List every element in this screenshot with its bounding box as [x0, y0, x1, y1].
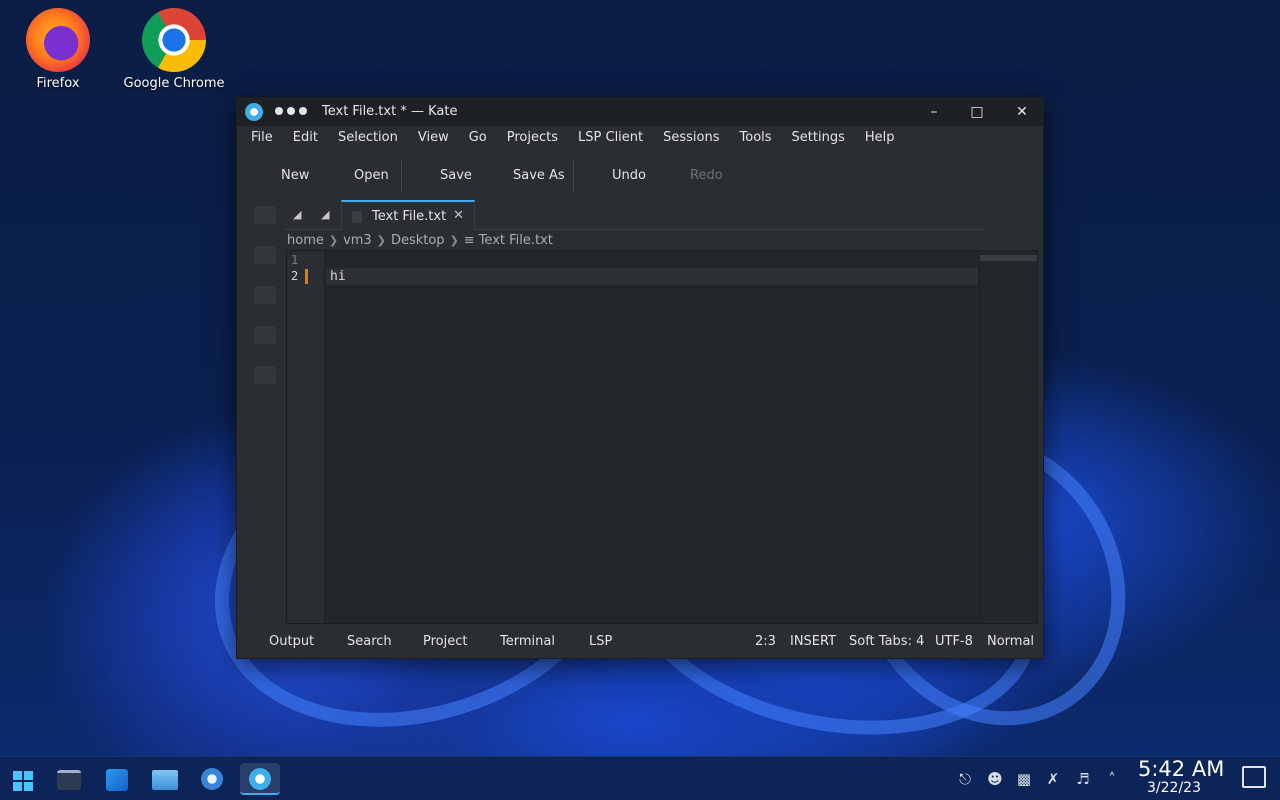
kate-taskbar-icon[interactable]: [240, 763, 280, 795]
breadcrumb-vm3[interactable]: vm3: [343, 233, 372, 248]
breadcrumb: home ❯ vm3 ❯ Desktop ❯ ≡ Text File.txt: [287, 230, 553, 250]
menu-sessions[interactable]: Sessions: [653, 126, 729, 152]
menu-help[interactable]: Help: [855, 126, 905, 152]
menu-go[interactable]: Go: [459, 126, 497, 152]
updates-icon[interactable]: ⎋: [955, 769, 975, 789]
open-button[interactable]: Open: [354, 168, 389, 183]
menu-file[interactable]: File: [241, 126, 283, 152]
store-icon[interactable]: [96, 763, 136, 795]
save-as-button[interactable]: Save As: [513, 168, 565, 183]
desktop-icon-chrome[interactable]: Google Chrome: [119, 8, 229, 91]
chevron-right-icon: ❯: [328, 233, 339, 247]
chevron-up-icon[interactable]: ˄: [1102, 769, 1122, 789]
menu-settings[interactable]: Settings: [782, 126, 855, 152]
undo-button[interactable]: Undo: [612, 168, 646, 183]
system-settings-icon[interactable]: [48, 763, 88, 795]
show-desktop-icon[interactable]: [1242, 766, 1266, 788]
project-panel-button[interactable]: Project: [423, 634, 467, 649]
user-status-icon[interactable]: ☻: [985, 769, 1005, 789]
toolbar-separator: [573, 160, 574, 192]
save-button[interactable]: Save: [440, 168, 472, 183]
new-button[interactable]: New: [281, 168, 309, 183]
menu-edit[interactable]: Edit: [283, 126, 328, 152]
chrome-icon: [142, 8, 206, 72]
menu-view[interactable]: View: [408, 126, 459, 152]
documents-panel-icon[interactable]: [254, 206, 276, 224]
lsp-panel-button[interactable]: LSP: [589, 634, 612, 649]
code-line: hi: [330, 269, 346, 284]
line-number: 1: [291, 253, 299, 267]
tab-bar: ◢ ◢ Text File.txt ✕: [285, 200, 985, 231]
taskbar: ⎋ ☻ ▩ ✗ ♬ ˄: [0, 756, 1280, 800]
current-line-highlight: [326, 268, 978, 285]
line-number: 2: [291, 269, 299, 283]
clock-time[interactable]: 5:42 AM: [1138, 757, 1224, 781]
edit-mode[interactable]: INSERT: [790, 634, 836, 649]
microphone-muted-icon[interactable]: ✗: [1043, 769, 1063, 789]
redo-button[interactable]: Redo: [690, 168, 723, 183]
tab-label: Text File.txt: [372, 209, 447, 224]
output-panel-button[interactable]: Output: [269, 634, 314, 649]
toolbar-separator: [401, 160, 402, 192]
title-bar[interactable]: Text File.txt * — Kate – □ ✕: [237, 98, 1043, 126]
start-menu-icon[interactable]: [4, 763, 44, 795]
text-editor[interactable]: 1 2 hi: [286, 250, 1038, 624]
close-icon[interactable]: ✕: [1009, 102, 1035, 122]
desktop-icon-label: Google Chrome: [123, 76, 225, 91]
chevron-right-icon: ❯: [376, 233, 386, 247]
clock-date[interactable]: 3/22/23: [1147, 780, 1201, 796]
modified-line-marker: [305, 269, 308, 284]
volume-icon[interactable]: ♬: [1073, 769, 1093, 789]
minimap-scrollbar[interactable]: [979, 251, 1037, 623]
menu-selection[interactable]: Selection: [328, 126, 408, 152]
input-mode[interactable]: Normal: [987, 634, 1034, 649]
menu-bar: File Edit Selection View Go Projects LSP…: [237, 126, 1043, 152]
firefox-icon: [26, 8, 90, 72]
maximize-icon[interactable]: □: [964, 102, 990, 122]
breadcrumb-file[interactable]: Text File.txt: [479, 233, 553, 248]
symbols-panel-icon[interactable]: [254, 326, 276, 344]
desktop-icon-firefox[interactable]: Firefox: [3, 8, 113, 91]
chevron-right-icon: ❯: [449, 233, 459, 247]
menu-tools[interactable]: Tools: [730, 126, 782, 152]
text-file-icon: [352, 211, 362, 223]
desktop-icon-label: Firefox: [36, 76, 80, 91]
menu-lsp-client[interactable]: LSP Client: [568, 126, 653, 152]
tab-text-file[interactable]: Text File.txt ✕: [341, 200, 475, 231]
search-panel-button[interactable]: Search: [347, 634, 392, 649]
tab-close-icon[interactable]: ✕: [453, 208, 464, 223]
menu-projects[interactable]: Projects: [497, 126, 568, 152]
indent-settings[interactable]: Soft Tabs: 4: [849, 634, 924, 649]
git-panel-icon[interactable]: [254, 286, 276, 304]
cursor-right-icon[interactable]: ◢: [321, 208, 331, 222]
breadcrumb-desktop[interactable]: Desktop: [391, 233, 445, 248]
cursor-left-icon[interactable]: ◢: [293, 208, 303, 222]
line-number-gutter: 1 2: [287, 251, 325, 623]
window-title: Text File.txt * — Kate: [322, 104, 458, 119]
status-bar: Output Search Project Terminal LSP 2:3 I…: [237, 628, 1043, 658]
minimap-viewport[interactable]: [980, 255, 1037, 261]
filesystem-panel-icon[interactable]: [254, 366, 276, 384]
window-menu-dots-icon[interactable]: [275, 107, 307, 115]
cursor-position[interactable]: 2:3: [755, 634, 776, 649]
projects-panel-icon[interactable]: [254, 246, 276, 264]
kate-app-icon[interactable]: [245, 103, 263, 121]
file-manager-icon[interactable]: [144, 763, 184, 795]
left-sidebar: [245, 200, 285, 620]
kate-window: Text File.txt * — Kate – □ ✕ File Edit S…: [236, 97, 1044, 659]
minimize-icon[interactable]: –: [921, 102, 947, 122]
encoding[interactable]: UTF-8: [935, 634, 973, 649]
clipboard-icon[interactable]: ▩: [1014, 769, 1034, 789]
main-toolbar: New Open Save Save As Undo Redo: [237, 156, 1043, 196]
breadcrumb-home[interactable]: home: [287, 233, 324, 248]
text-lines-icon: ≡: [463, 232, 475, 248]
terminal-panel-button[interactable]: Terminal: [500, 634, 555, 649]
discover-icon[interactable]: [192, 763, 232, 795]
